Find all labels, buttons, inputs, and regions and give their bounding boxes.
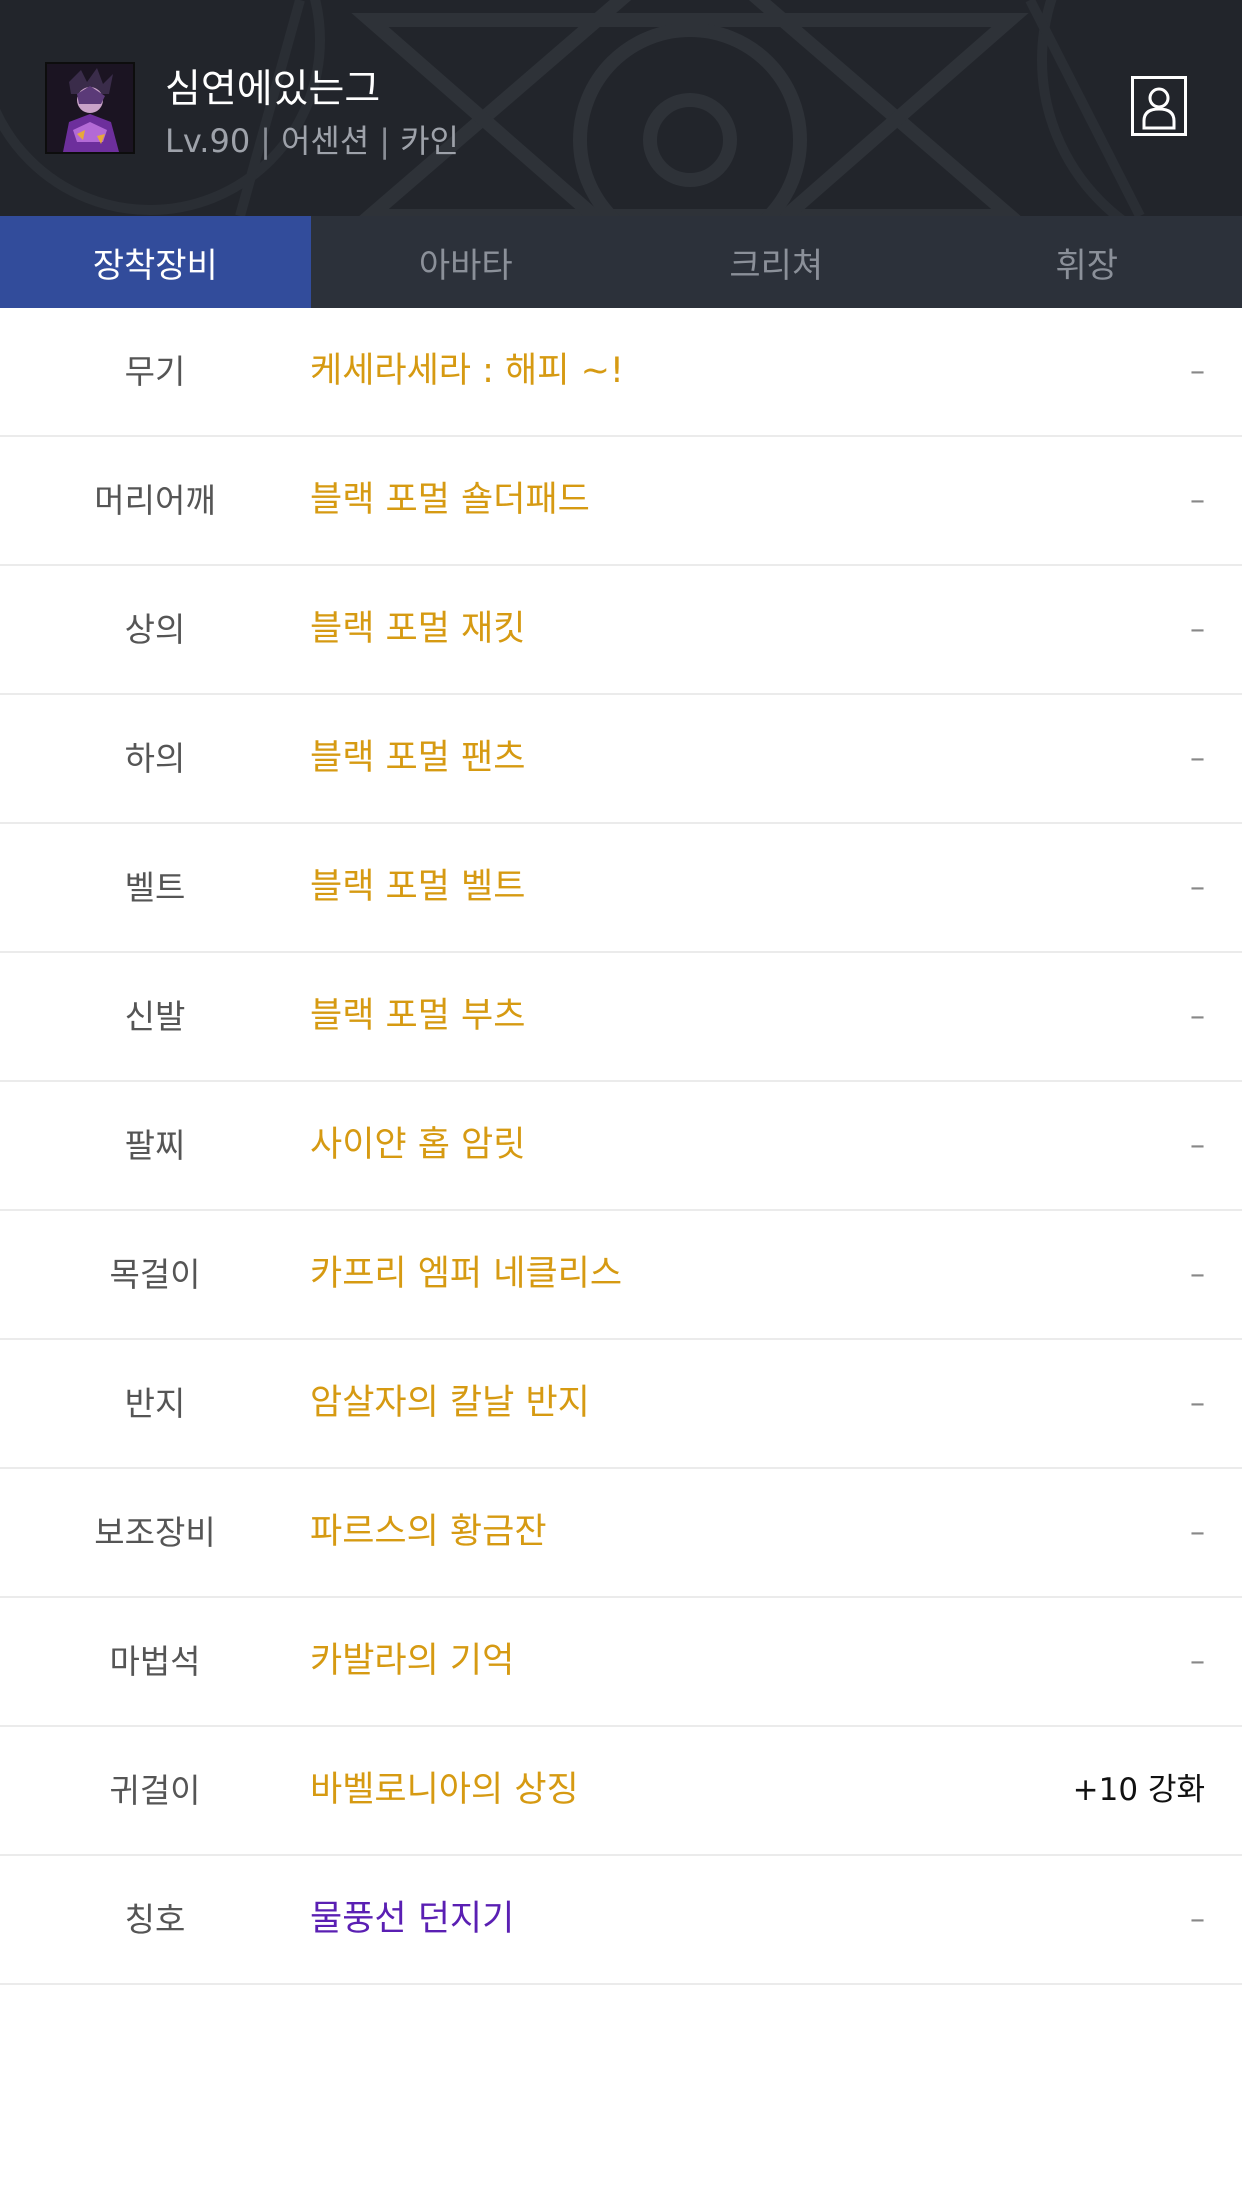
slot-label: 머리어깨 [94,481,216,520]
item-name: 바벨로니아의 상징 [310,1770,579,1810]
item-name: 파르스의 황금잔 [310,1512,547,1552]
tab-emblem[interactable]: 휘장 [932,216,1242,308]
item-name: 블랙 포멀 숄더패드 [310,480,590,520]
enchant-value: – [1190,741,1205,776]
item-name: 블랙 포멀 부츠 [310,996,526,1036]
tab-equipment[interactable]: 장착장비 [0,216,311,308]
item-name: 케세라세라 : 해피 ~! [310,351,624,391]
character-header: 심연에있는그 Lv.90 | 어센션 | 카인 [0,0,1242,216]
profile-button[interactable] [1131,76,1187,136]
slot-label: 팔찌 [124,1126,186,1165]
equipment-row-shoulder[interactable]: 머리어깨 블랙 포멀 숄더패드 – [0,437,1242,566]
character-job: 어센션 [280,122,370,160]
enchant-value: – [1190,354,1205,389]
slot-label: 목걸이 [109,1255,201,1294]
enchant-value: – [1190,1257,1205,1292]
item-name: 블랙 포멀 벨트 [310,867,526,907]
slot-label: 칭호 [124,1900,186,1939]
equipment-row-bottom[interactable]: 하의 블랙 포멀 팬츠 – [0,695,1242,824]
enchant-value: – [1190,612,1205,647]
enchant-value: – [1190,1386,1205,1421]
enchant-value: – [1190,1128,1205,1163]
tab-bar: 장착장비 아바타 크리쳐 휘장 [0,216,1242,308]
equipment-list: 무기 케세라세라 : 해피 ~! – 머리어깨 블랙 포멀 숄더패드 – 상의 … [0,308,1242,1985]
item-name: 블랙 포멀 재킷 [310,609,526,649]
equipment-row-magic-stone[interactable]: 마법석 카발라의 기억 – [0,1598,1242,1727]
item-name: 카발라의 기억 [310,1641,515,1681]
slot-label: 신발 [124,997,186,1036]
item-name: 블랙 포멀 팬츠 [310,738,526,778]
info-separator: | [379,122,391,160]
equipment-row-earring[interactable]: 귀걸이 바벨로니아의 상징 +10 강화 [0,1727,1242,1856]
slot-label: 벨트 [124,868,186,907]
item-name: 사이얀 홉 암릿 [310,1125,526,1165]
slot-label: 하의 [124,739,186,778]
equipment-row-top[interactable]: 상의 블랙 포멀 재킷 – [0,566,1242,695]
equipment-row-bracelet[interactable]: 팔찌 사이얀 홉 암릿 – [0,1082,1242,1211]
character-avatar [45,62,135,154]
character-info: Lv.90 | 어센션 | 카인 [165,116,459,162]
character-portrait-icon [47,64,133,152]
tab-avatar[interactable]: 아바타 [311,216,622,308]
equipment-row-weapon[interactable]: 무기 케세라세라 : 해피 ~! – [0,308,1242,437]
slot-label: 무기 [124,352,186,391]
item-name: 물풍선 던지기 [310,1899,515,1939]
enchant-value: – [1190,483,1205,518]
equipment-row-ring[interactable]: 반지 암살자의 칼날 반지 – [0,1340,1242,1469]
equipment-row-title[interactable]: 칭호 물풍선 던지기 – [0,1856,1242,1985]
equipment-row-shoes[interactable]: 신발 블랙 포멀 부츠 – [0,953,1242,1082]
enchant-value: +10 강화 [1072,1772,1205,1808]
enchant-value: – [1190,1644,1205,1679]
character-name: 심연에있는그 [165,67,381,112]
enchant-value: – [1190,1902,1205,1937]
tab-creature[interactable]: 크리쳐 [621,216,932,308]
enchant-value: – [1190,1515,1205,1550]
equipment-row-necklace[interactable]: 목걸이 카프리 엠퍼 네클리스 – [0,1211,1242,1340]
enchant-value: – [1190,999,1205,1034]
slot-label: 반지 [124,1384,186,1423]
equipment-row-support[interactable]: 보조장비 파르스의 황금잔 – [0,1469,1242,1598]
slot-label: 귀걸이 [109,1771,201,1810]
item-name: 카프리 엠퍼 네클리스 [310,1254,623,1294]
slot-label: 상의 [124,610,186,649]
slot-label: 보조장비 [94,1513,216,1552]
info-separator: | [260,122,271,160]
enchant-value: – [1190,870,1205,905]
character-server: 카인 [400,122,459,160]
item-name: 암살자의 칼날 반지 [310,1383,590,1423]
person-icon [1131,76,1187,136]
equipment-row-belt[interactable]: 벨트 블랙 포멀 벨트 – [0,824,1242,953]
character-level: Lv.90 [165,122,251,160]
slot-label: 마법석 [109,1642,201,1681]
